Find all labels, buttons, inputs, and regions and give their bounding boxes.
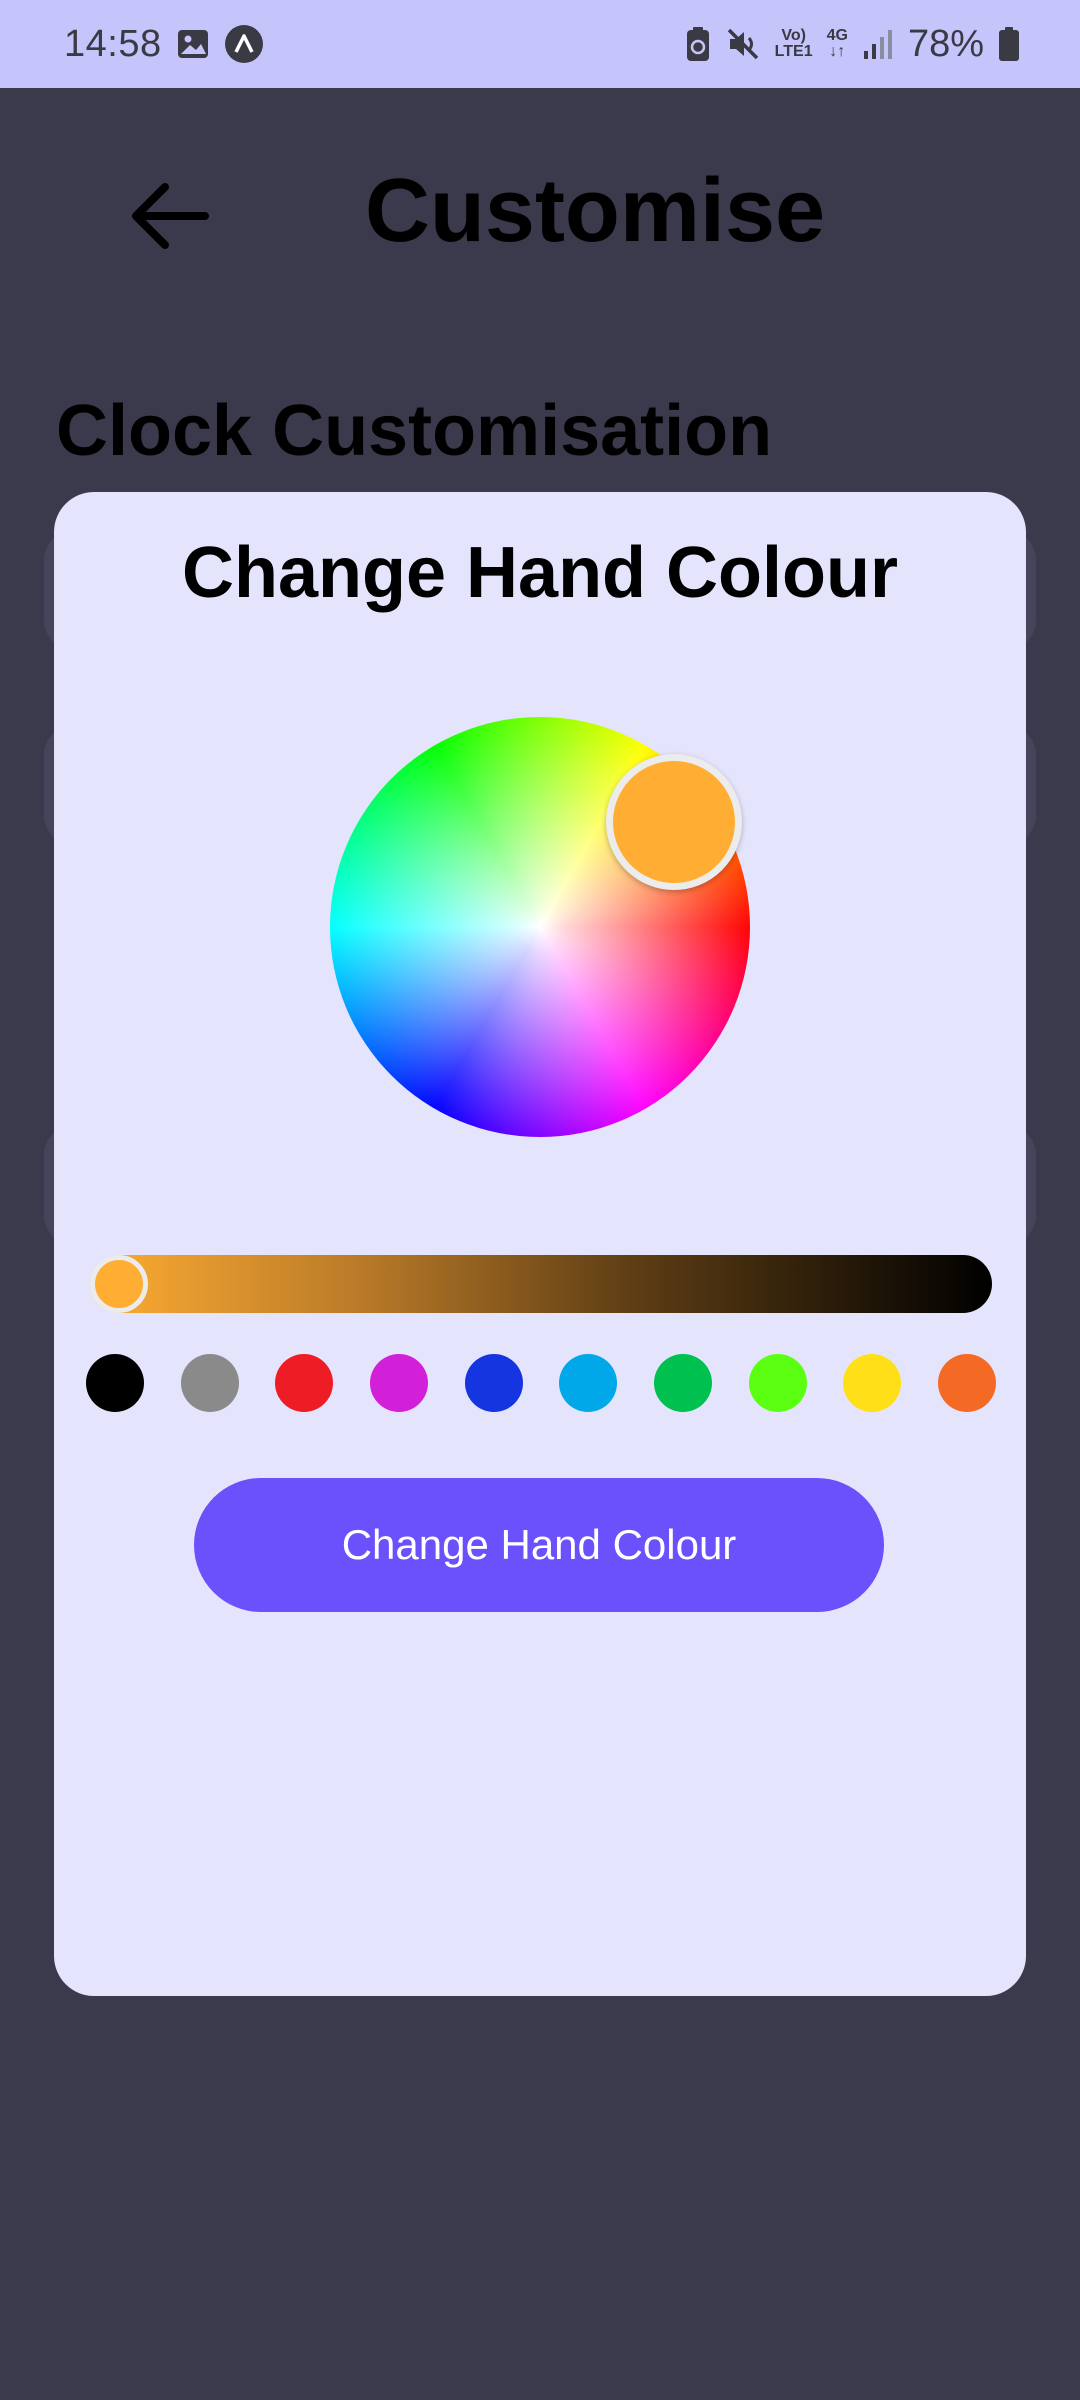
mute-icon [725,26,761,62]
status-bar: 14:58 Vo) LTE1 4G ↓↑ 78% [0,0,1080,88]
section-title: Clock Customisation [56,391,773,471]
lte-label: LTE1 [774,43,813,60]
volte-icon: Vo) LTE1 [775,28,813,60]
4g-icon: 4G ↓↑ [827,28,848,60]
swatch-grey[interactable] [180,1354,239,1412]
gallery-icon [176,27,210,61]
status-time: 14:58 [64,22,162,65]
signal-icon [862,27,894,61]
brightness-slider[interactable] [90,1255,992,1313]
dialog-title: Change Hand Colour [182,533,898,613]
swatch-lime[interactable] [748,1354,807,1412]
swatch-light-blue[interactable] [559,1354,618,1412]
swatch-black[interactable] [86,1354,144,1412]
swatch-red[interactable] [275,1354,334,1412]
color-picker-dialog: Change Hand Colour Change Hand Colour [54,492,1026,1996]
swatch-green[interactable] [653,1354,712,1412]
app-icon [224,24,264,64]
data-arrows-icon: ↓↑ [829,43,846,60]
status-right: Vo) LTE1 4G ↓↑ 78% [685,23,1020,66]
battery-icon [998,26,1020,62]
app-header: Customise [0,88,1080,338]
brightness-slider-thumb[interactable] [90,1255,148,1313]
volte-label: Vo) [781,27,806,44]
swatch-magenta[interactable] [369,1354,428,1412]
battery-percentage: 78% [907,22,984,65]
4g-label: 4G [826,27,848,44]
battery-saver-icon [685,26,711,62]
swatch-blue[interactable] [464,1354,523,1412]
color-swatches [86,1354,996,1414]
swatch-yellow[interactable] [843,1354,902,1412]
change-hand-colour-button[interactable]: Change Hand Colour [194,1478,884,1612]
color-wheel-handle[interactable] [606,754,742,890]
page-title: Customise [364,161,826,261]
swatch-orange[interactable] [937,1354,996,1412]
status-left: 14:58 [64,23,264,66]
